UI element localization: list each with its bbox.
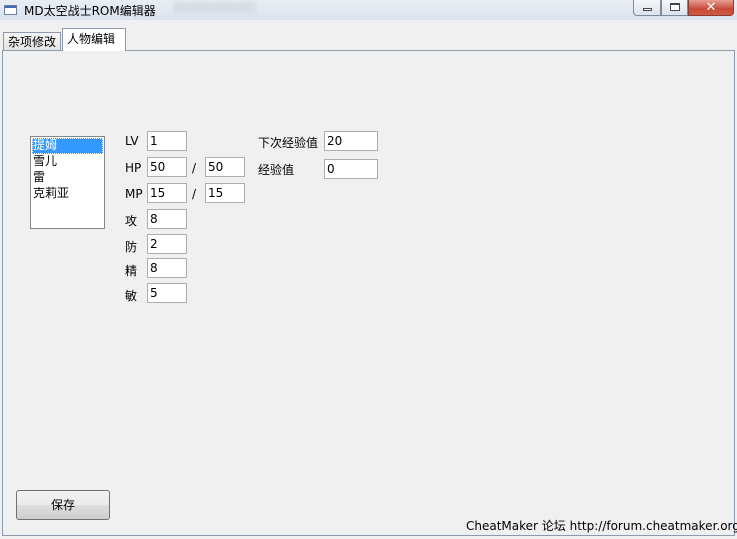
atk-label: 攻 (125, 214, 138, 228)
tab-misc[interactable]: 杂项修改 (3, 32, 61, 52)
spirit-field[interactable]: 8 (147, 258, 187, 278)
app-icon (4, 5, 17, 15)
exp-label: 经验值 (258, 163, 295, 177)
spirit-label: 精 (125, 264, 138, 278)
def-label: 防 (125, 240, 138, 254)
mp-label: MP (125, 187, 143, 201)
next-exp-label: 下次经验值 (258, 136, 319, 150)
hp-max-field[interactable]: 50 (205, 157, 245, 177)
maximize-button[interactable] (661, 0, 688, 16)
tab-character-edit[interactable]: 人物编辑 (62, 28, 126, 51)
def-field[interactable]: 2 (147, 234, 187, 254)
agi-label: 敏 (125, 289, 138, 303)
close-button[interactable]: ✕ (688, 0, 734, 16)
lv-label: LV (125, 134, 139, 148)
agi-field[interactable]: 5 (147, 283, 187, 303)
next-exp-field[interactable]: 20 (324, 131, 378, 151)
mp-field[interactable]: 15 (147, 183, 187, 203)
minimize-button[interactable] (633, 0, 661, 16)
tab-panel (2, 50, 735, 536)
title-bar: MD太空战士ROM编辑器 ✕ (0, 0, 737, 20)
exp-field[interactable]: 0 (324, 159, 378, 179)
save-button[interactable]: 保存 (16, 490, 110, 520)
atk-field[interactable]: 8 (147, 209, 187, 229)
hp-separator: / (192, 161, 197, 175)
list-item[interactable]: 克莉亚 (32, 186, 103, 202)
mp-max-field[interactable]: 15 (205, 183, 245, 203)
list-item[interactable]: 雪儿 (32, 154, 103, 170)
character-list[interactable]: 提姆 雪儿 雷 克莉亚 (30, 136, 105, 229)
list-item[interactable]: 雷 (32, 170, 103, 186)
hp-label: HP (125, 161, 142, 175)
title-blur-artifact (175, 1, 255, 13)
lv-field[interactable]: 1 (147, 131, 187, 151)
mp-separator: / (192, 187, 197, 201)
list-item[interactable]: 提姆 (32, 138, 103, 154)
close-icon: ✕ (705, 0, 717, 15)
window-title: MD太空战士ROM编辑器 (24, 4, 156, 18)
minimize-icon (643, 8, 652, 11)
forum-link[interactable]: CheatMaker 论坛 http://forum.cheatmaker.or… (466, 517, 737, 534)
maximize-icon (670, 3, 680, 11)
hp-field[interactable]: 50 (147, 157, 187, 177)
